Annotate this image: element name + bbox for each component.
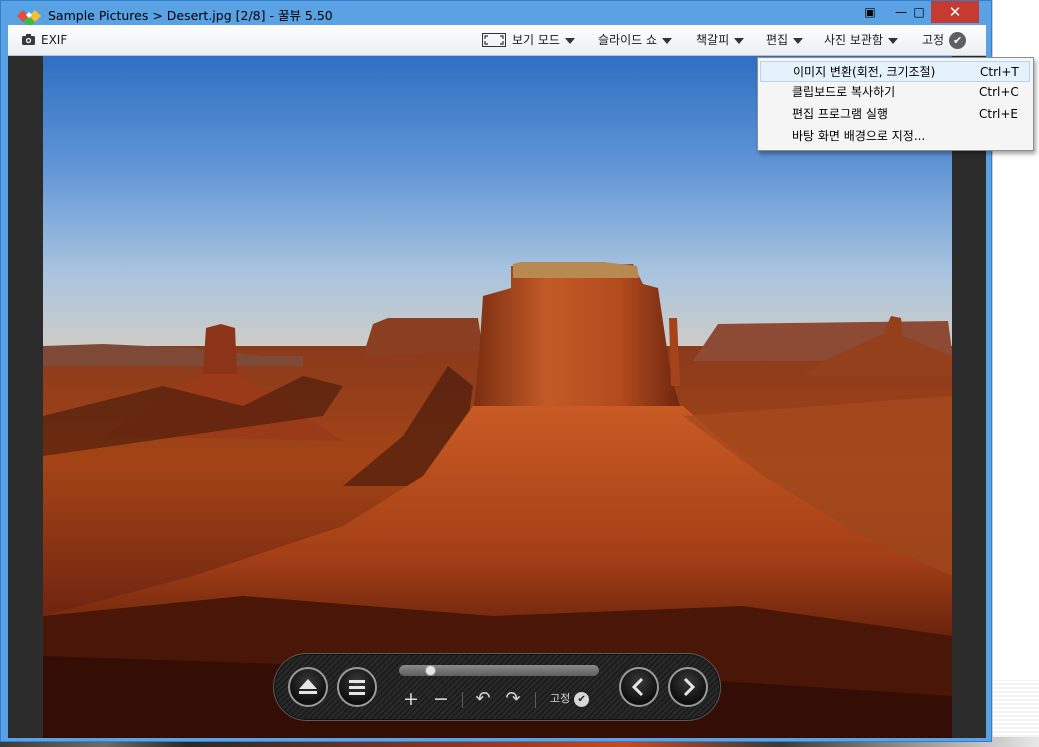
view-mode-menu[interactable]: 보기 모드 [512, 25, 575, 55]
menu-item-label: 편집 프로그램 실행 [792, 107, 888, 121]
camera-icon[interactable] [22, 34, 35, 45]
view-mode-label: 보기 모드 [512, 33, 560, 47]
caret-down-icon [662, 37, 673, 44]
menu-item-copy-clipboard[interactable]: 클립보드로 복사하기 Ctrl+C [760, 82, 1030, 103]
pin-label: 고정 [550, 692, 571, 705]
menu-item-transform-image[interactable]: 이미지 변환(회전, 크기조절) Ctrl+T [760, 61, 1030, 82]
slideshow-menu[interactable]: 슬라이드 쇼 [598, 25, 673, 55]
chevron-left-icon [631, 677, 644, 697]
exif-button[interactable]: EXIF [41, 25, 67, 55]
window-title: Sample Pictures > Desert.jpg [2/8] - 꿀뷰 … [48, 8, 333, 23]
separator [462, 692, 463, 708]
caret-down-icon [793, 37, 804, 44]
pin-window-button[interactable]: ▣ [856, 1, 884, 23]
bookmark-menu[interactable]: 책갈피 [696, 25, 745, 55]
menu-item-set-wallpaper[interactable]: 바탕 화면 배경으로 지정... [760, 126, 1030, 147]
archive-label: 사진 보관함 [824, 33, 884, 47]
pin-toggle[interactable]: 고정 ✔ [922, 25, 967, 55]
image-progress-slider[interactable] [399, 665, 599, 676]
title-bar[interactable]: Sample Pictures > Desert.jpg [2/8] - 꿀뷰 … [1, 1, 991, 25]
edit-label: 편집 [766, 33, 789, 47]
previous-image-button[interactable] [619, 667, 659, 707]
menu-item-shortcut: Ctrl+E [979, 107, 1018, 121]
rotate-right-button[interactable]: ↷ [504, 688, 522, 710]
menu-item-shortcut: Ctrl+T [980, 65, 1019, 79]
check-circle-icon: ✔ [949, 32, 967, 49]
pin-label: 고정 [922, 33, 945, 47]
hamburger-icon [349, 680, 365, 695]
bottom-control-bar: + − ↶ ↷ 고정 ✔ [273, 653, 721, 721]
slideshow-label: 슬라이드 쇼 [598, 33, 658, 47]
edit-menu[interactable]: 편집 [766, 25, 804, 55]
viewer-window: Sample Pictures > Desert.jpg [2/8] - 꿀뷰 … [0, 0, 1034, 742]
caret-down-icon [564, 37, 575, 44]
caret-down-icon [734, 37, 745, 44]
fullscreen-frame-icon[interactable] [482, 33, 506, 47]
slider-knob[interactable] [425, 665, 436, 676]
next-image-button[interactable] [668, 667, 708, 707]
menu-item-shortcut: Ctrl+C [979, 85, 1019, 99]
check-circle-icon: ✔ [574, 691, 590, 707]
menu-item-label: 클립보드로 복사하기 [792, 85, 896, 99]
eject-icon [299, 679, 317, 694]
edit-dropdown-menu: 이미지 변환(회전, 크기조절) Ctrl+T 클립보드로 복사하기 Ctrl+… [757, 57, 1034, 151]
zoom-out-button[interactable]: − [432, 688, 450, 710]
menu-item-label: 이미지 변환(회전, 크기조절) [793, 65, 936, 79]
menu-item-run-editor[interactable]: 편집 프로그램 실행 Ctrl+E [760, 104, 1030, 125]
archive-menu[interactable]: 사진 보관함 [824, 25, 899, 55]
close-button[interactable]: ✕ [931, 1, 979, 23]
pin-toggle-bar[interactable]: 고정 ✔ [550, 688, 590, 710]
desktop-pattern [993, 680, 1039, 737]
zoom-in-button[interactable]: + [402, 688, 420, 710]
toolbar: EXIF 보기 모드 슬라이드 쇼 책갈피 편집 사진 보관함 고정 ✔ [8, 25, 986, 56]
rotate-left-button[interactable]: ↶ [474, 688, 492, 710]
menu-button[interactable] [337, 667, 377, 707]
maximize-button[interactable]: □ [905, 1, 933, 23]
separator [535, 692, 536, 708]
bookmark-label: 책갈피 [696, 33, 730, 47]
eject-button[interactable] [288, 667, 328, 707]
image-viewport[interactable] [8, 56, 986, 738]
desert-photo [43, 56, 952, 738]
kkulview-diamond-icon[interactable] [15, 3, 43, 25]
chevron-right-icon [683, 677, 696, 697]
menu-item-label: 바탕 화면 배경으로 지정... [792, 129, 926, 143]
caret-down-icon [888, 37, 899, 44]
